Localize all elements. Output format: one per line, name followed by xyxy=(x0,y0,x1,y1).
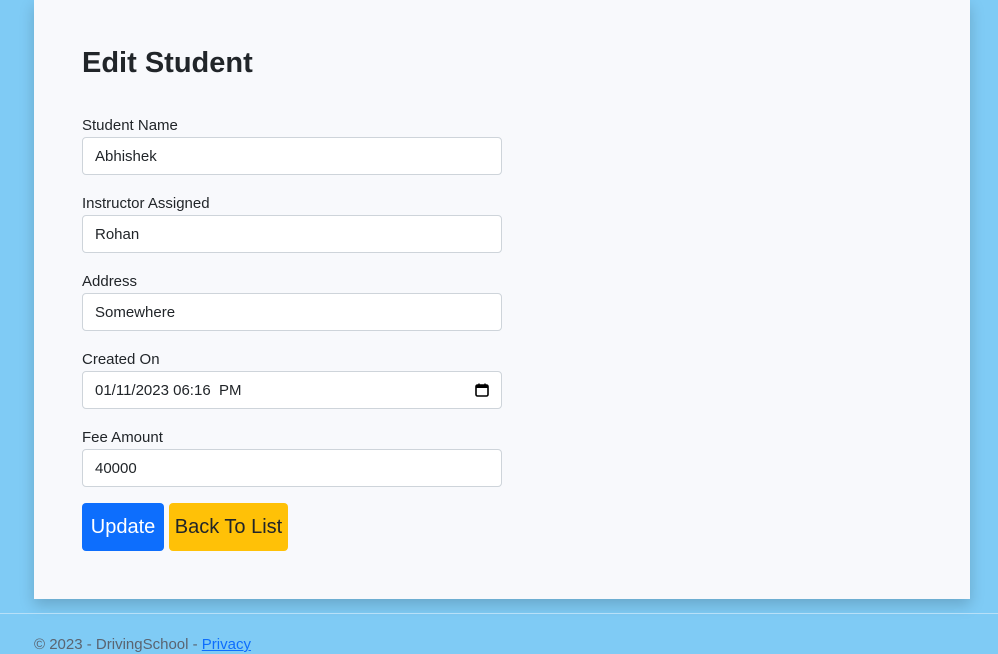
created-on-input[interactable]: 01/11/2023 06:16 PM xyxy=(82,371,502,409)
address-input[interactable]: Somewhere xyxy=(82,293,502,331)
address-group: Address Somewhere xyxy=(82,273,502,331)
footer-copyright: © 2023 - DrivingSchool - xyxy=(34,636,202,653)
instructor-value: Rohan xyxy=(95,225,140,243)
fee-amount-label: Fee Amount xyxy=(82,429,163,446)
footer-divider xyxy=(0,613,998,614)
instructor-label: Instructor Assigned xyxy=(82,195,210,212)
footer: © 2023 - DrivingSchool - Privacy xyxy=(34,636,251,654)
back-to-list-button[interactable]: Back To List xyxy=(169,503,288,551)
edit-student-card: Edit Student Student Name Abhishek Instr… xyxy=(34,0,970,599)
fee-amount-value: 40000 xyxy=(95,459,137,477)
student-name-value: Abhishek xyxy=(95,147,157,165)
calendar-icon[interactable] xyxy=(475,383,489,397)
instructor-input[interactable]: Rohan xyxy=(82,215,502,253)
fee-amount-input[interactable]: 40000 xyxy=(82,449,502,487)
created-on-group: Created On 01/11/2023 06:16 PM xyxy=(82,351,502,409)
page-title: Edit Student xyxy=(82,47,253,79)
created-on-label: Created On xyxy=(82,351,160,368)
created-on-value: 01/11/2023 06:16 PM xyxy=(95,381,242,399)
address-value: Somewhere xyxy=(95,303,176,321)
update-button[interactable]: Update xyxy=(82,503,164,551)
student-name-group: Student Name Abhishek xyxy=(82,117,502,175)
fee-amount-group: Fee Amount 40000 xyxy=(82,429,502,487)
instructor-group: Instructor Assigned Rohan xyxy=(82,195,502,253)
student-name-input[interactable]: Abhishek xyxy=(82,137,502,175)
privacy-link[interactable]: Privacy xyxy=(202,636,251,653)
address-label: Address xyxy=(82,273,138,290)
student-name-label: Student Name xyxy=(82,117,178,134)
